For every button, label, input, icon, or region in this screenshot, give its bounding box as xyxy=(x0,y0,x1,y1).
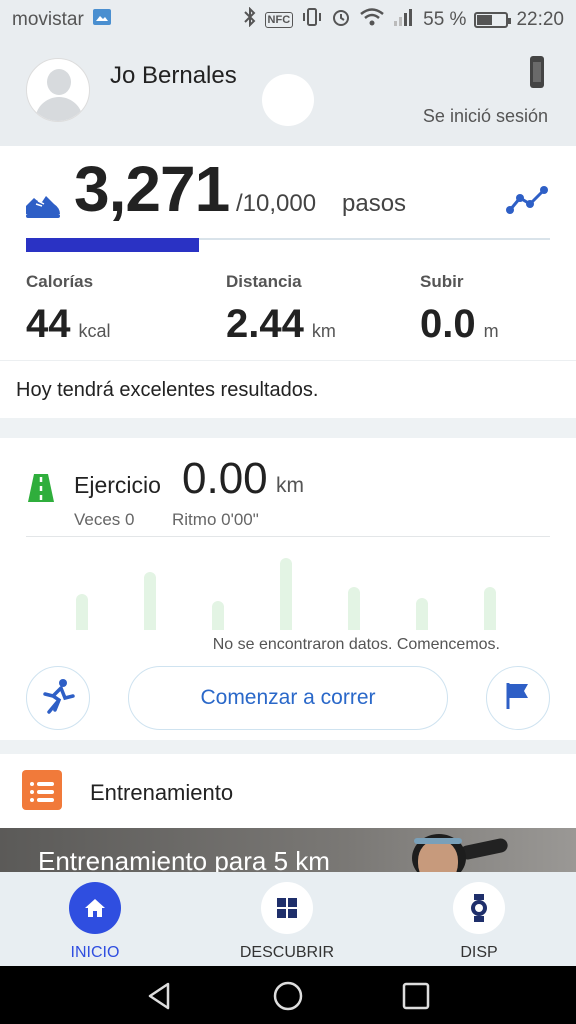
nav-discover[interactable]: DESCUBRIR xyxy=(212,882,362,962)
nav-devices[interactable]: DISP xyxy=(404,882,554,962)
tracker-device-icon[interactable] xyxy=(530,56,544,88)
no-data-message: No se encontraron datos. Comencemos. xyxy=(212,636,500,653)
motivation-message: Hoy tendrá excelentes resultados. xyxy=(16,379,319,401)
gallery-icon xyxy=(92,8,112,32)
bluetooth-icon xyxy=(243,6,257,33)
nav-label: INICIO xyxy=(70,944,120,961)
stat-value: 44 xyxy=(26,302,71,346)
recents-icon[interactable] xyxy=(400,980,432,1012)
training-banner[interactable]: Entrenamiento para 5 km xyxy=(0,828,576,878)
training-card[interactable]: Entrenamiento xyxy=(0,754,576,828)
history-bar xyxy=(212,601,224,630)
goal-flag-button[interactable] xyxy=(486,666,550,730)
exercise-title: Ejercicio xyxy=(74,472,161,498)
vibrate-icon xyxy=(301,7,323,33)
avatar[interactable] xyxy=(26,58,90,122)
exercise-pace: Ritmo 0'00" xyxy=(172,510,259,529)
bottom-navigation: INICIO DESCUBRIR DISP xyxy=(0,872,576,966)
steps-card[interactable]: 3,271 /10,000 pasos Calorías 44 kcal Dist… xyxy=(0,146,576,360)
home-circle-icon[interactable] xyxy=(272,980,304,1012)
login-status: Se inició sesión xyxy=(422,106,548,126)
watch-icon xyxy=(453,882,505,934)
history-bar xyxy=(280,558,292,630)
stat-value: 2.44 xyxy=(226,302,304,346)
stat-value: 0.0 xyxy=(420,302,476,346)
steps-count: 3,271 xyxy=(74,153,230,225)
nav-home[interactable]: INICIO xyxy=(20,882,170,962)
runner-icon xyxy=(41,678,75,719)
training-title: Entrenamiento xyxy=(90,780,234,805)
history-bar xyxy=(76,594,88,630)
runner-photo xyxy=(412,830,509,878)
exercise-card[interactable]: Ejercicio 0.00 km Veces 0 Ritmo 0'00" No… xyxy=(0,438,576,740)
motivation-card: Hoy tendrá excelentes resultados. xyxy=(0,360,576,418)
shoe-icon xyxy=(24,192,62,225)
stat-calories: Calorías 44 kcal xyxy=(26,272,111,346)
stat-label: Distancia xyxy=(226,272,302,291)
stat-unit: km xyxy=(311,321,336,341)
divider xyxy=(26,536,550,537)
wifi-icon xyxy=(359,7,385,33)
trend-chart-icon[interactable] xyxy=(506,184,550,221)
clock: 22:20 xyxy=(516,9,564,30)
steps-unit: pasos xyxy=(342,190,407,217)
back-icon[interactable] xyxy=(144,980,176,1012)
exercise-distance: 0.00 xyxy=(182,454,268,503)
stat-distance: Distancia 2.44 km xyxy=(226,272,336,346)
start-run-button[interactable]: Comenzar a correr xyxy=(128,666,448,730)
history-bar xyxy=(416,598,428,630)
calendar-list-icon xyxy=(22,770,62,810)
stat-unit: kcal xyxy=(78,321,111,341)
nav-label: DESCUBRIR xyxy=(239,944,335,961)
alarm-icon xyxy=(331,7,351,33)
exercise-distance-unit: km xyxy=(276,474,304,497)
nfc-icon: NFC xyxy=(264,12,294,28)
status-bar: movistar NFC 55 % 22:20 xyxy=(0,0,576,40)
home-icon xyxy=(69,882,121,934)
nav-label: DISP xyxy=(460,944,498,961)
carrier-label: movistar xyxy=(12,9,84,30)
system-navigation-bar xyxy=(0,966,576,1024)
user-name[interactable]: Jo Bernales xyxy=(110,62,237,90)
flag-icon xyxy=(504,681,532,716)
stat-label: Calorías xyxy=(26,272,94,291)
stat-label: Subir xyxy=(420,272,464,291)
stat-unit: m xyxy=(483,321,499,341)
stat-climb: Subir 0.0 m xyxy=(420,272,499,346)
battery-percent: 55 % xyxy=(423,9,467,30)
road-icon xyxy=(28,474,54,502)
steps-progress-bar xyxy=(26,238,199,252)
header-notch xyxy=(262,74,314,126)
history-bar xyxy=(144,572,156,630)
battery-icon xyxy=(474,12,512,28)
workout-type-button[interactable] xyxy=(26,666,90,730)
history-bar xyxy=(484,587,496,630)
steps-goal: /10,000 xyxy=(236,190,317,217)
signal-icon xyxy=(393,7,415,33)
grid-icon xyxy=(261,882,313,934)
exercise-times: Veces 0 xyxy=(74,510,135,529)
history-bar xyxy=(348,587,360,630)
